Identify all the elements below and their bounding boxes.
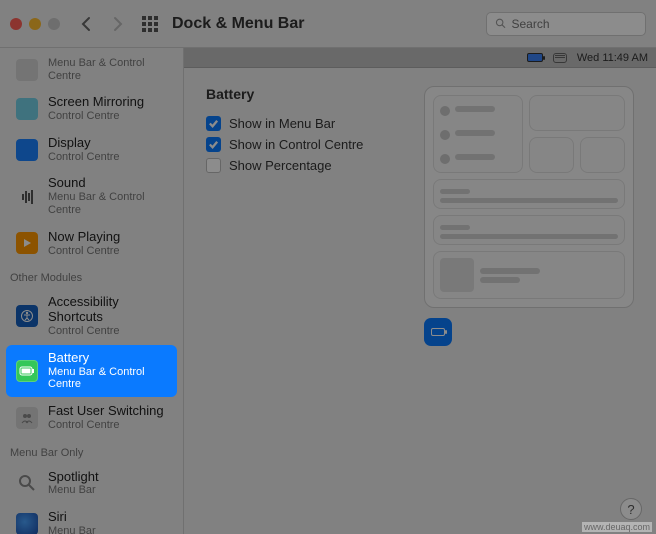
back-button[interactable] (74, 12, 98, 36)
option-label: Show in Control Centre (229, 137, 363, 152)
accessibility-icon (16, 305, 38, 327)
show-all-icon[interactable] (142, 16, 158, 32)
section-header-menubar: Menu Bar Only (0, 439, 183, 463)
search-field[interactable] (486, 12, 646, 36)
sidebar-item-spotlight[interactable]: SpotlightMenu Bar (6, 464, 177, 504)
sidebar-item-label: Spotlight (48, 470, 99, 485)
sound-icon (16, 186, 38, 208)
sidebar-item-label: Battery (48, 351, 167, 366)
sidebar-item-sublabel: Control Centre (48, 110, 144, 123)
option-label: Show Percentage (229, 158, 332, 173)
sidebar-item-sublabel: Menu Bar & Control Centre (48, 366, 167, 391)
search-input[interactable] (511, 17, 637, 31)
minimize-icon[interactable] (29, 18, 41, 30)
settings-heading: Battery (206, 86, 406, 102)
users-icon (16, 407, 38, 429)
sidebar-item-sublabel: Control Centre (48, 419, 164, 432)
checkbox-icon[interactable] (206, 116, 221, 131)
sidebar-item-accessibility[interactable]: Accessibility ShortcutsControl Centre (6, 289, 177, 344)
display-icon (16, 139, 38, 161)
option-show-in-control-centre[interactable]: Show in Control Centre (206, 137, 406, 152)
sidebar-item-sound[interactable]: SoundMenu Bar & Control Centre (6, 170, 177, 222)
forward-button (106, 12, 130, 36)
battery-menubar-icon (527, 53, 543, 62)
traffic-lights (10, 18, 60, 30)
sidebar-item-label: Now Playing (48, 230, 120, 245)
option-show-in-menu-bar[interactable]: Show in Menu Bar (206, 116, 406, 131)
sidebar-item-display[interactable]: DisplayControl Centre (6, 130, 177, 170)
sidebar-item-sublabel: Menu Bar (48, 525, 96, 534)
screen-mirroring-icon (16, 98, 38, 120)
now-playing-icon (16, 232, 38, 254)
content-area: Wed 11:49 AM Battery Show in Menu Bar Sh… (184, 48, 656, 534)
sidebar-item-label: Accessibility Shortcuts (48, 295, 167, 325)
sidebar-item-label: Siri (48, 510, 96, 525)
toolbar: Dock & Menu Bar (0, 0, 656, 48)
sidebar-item-label: Sound (48, 176, 167, 191)
menubar-preview: Wed 11:49 AM (184, 48, 656, 68)
page-title: Dock & Menu Bar (172, 15, 304, 33)
sidebar-item-sublabel: Menu Bar & Control Centre (48, 57, 167, 82)
sidebar-item-label: Screen Mirroring (48, 95, 144, 110)
control-centre-menubar-icon (553, 53, 567, 63)
battery-cc-icon (424, 318, 452, 346)
battery-icon (16, 360, 38, 382)
sidebar-item-siri[interactable]: SiriMenu Bar (6, 504, 177, 534)
module-icon (16, 59, 38, 81)
option-show-percentage[interactable]: Show Percentage (206, 158, 406, 173)
sidebar-item-battery[interactable]: BatteryMenu Bar & Control Centre (6, 345, 177, 397)
help-button[interactable]: ? (620, 498, 642, 520)
maximize-icon (48, 18, 60, 30)
option-label: Show in Menu Bar (229, 116, 335, 131)
settings-column: Battery Show in Menu Bar Show in Control… (206, 86, 406, 346)
checkbox-icon[interactable] (206, 158, 221, 173)
search-icon (495, 17, 506, 30)
spotlight-icon (16, 472, 38, 494)
siri-icon (16, 513, 38, 534)
sidebar-item-label: Display (48, 136, 120, 151)
sidebar-item-sublabel: Menu Bar & Control Centre (48, 191, 167, 216)
sidebar-item-now-playing[interactable]: Now PlayingControl Centre (6, 224, 177, 264)
close-icon[interactable] (10, 18, 22, 30)
checkbox-icon[interactable] (206, 137, 221, 152)
sidebar-item-sublabel: Control Centre (48, 325, 167, 338)
section-header-other: Other Modules (0, 264, 183, 288)
menubar-clock: Wed 11:49 AM (577, 52, 648, 64)
sidebar-item-label: Fast User Switching (48, 404, 164, 419)
sidebar-item-sublabel: Menu Bar (48, 484, 99, 497)
prefs-window: Dock & Menu Bar Menu Bar & Control Centr… (0, 0, 656, 534)
sidebar-item-fast-user-switching[interactable]: Fast User SwitchingControl Centre (6, 398, 177, 438)
sidebar-item-sublabel: Control Centre (48, 245, 120, 258)
sidebar-item-screen-mirroring[interactable]: Screen MirroringControl Centre (6, 89, 177, 129)
sidebar-item[interactable]: Menu Bar & Control Centre (6, 51, 177, 88)
control-centre-preview (424, 86, 634, 346)
sidebar-item-sublabel: Control Centre (48, 151, 120, 164)
watermark: www.deuaq.com (582, 522, 652, 532)
sidebar: Menu Bar & Control Centre Screen Mirrori… (0, 48, 184, 534)
